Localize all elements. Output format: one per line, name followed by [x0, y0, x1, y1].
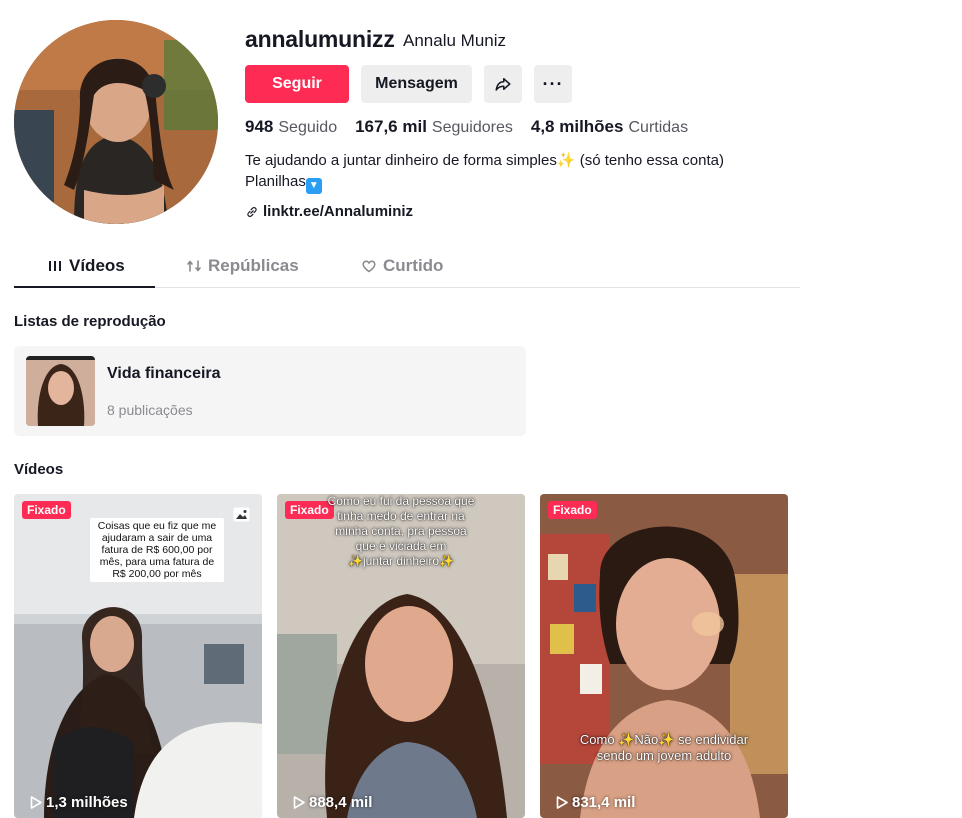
- tab-liked[interactable]: Curtido: [361, 256, 443, 276]
- play-icon: [556, 796, 568, 809]
- share-icon: [495, 78, 511, 91]
- playlist-card[interactable]: Vida financeira 8 publicações: [14, 346, 526, 436]
- stat-following-label: Seguido: [278, 119, 338, 136]
- video-views: 831,4 mil: [556, 794, 635, 811]
- play-icon: [293, 796, 305, 809]
- profile-link[interactable]: linktr.ee/Annaluminiz: [245, 203, 413, 220]
- video-views-count: 1,3 milhões: [46, 794, 128, 811]
- video-views-count: 831,4 mil: [572, 794, 636, 811]
- video-thumbnail: [540, 494, 788, 818]
- profile-avatar[interactable]: [14, 20, 218, 224]
- stat-following-value: 948: [245, 117, 274, 136]
- caption-line: Como eu fui da pessoa que: [327, 494, 475, 508]
- profile-link-text: linktr.ee/Annaluminiz: [263, 203, 414, 220]
- stat-followers-label: Seguidores: [431, 119, 513, 136]
- link-icon: [247, 206, 257, 217]
- bio-line-2: Planilhas: [245, 173, 306, 190]
- caption-line: que é viciada em: [355, 539, 447, 553]
- video-card[interactable]: Fixado Como ✨Não✨ se endividar sendo um …: [540, 494, 788, 818]
- video-caption: Coisas que eu fiz que me ajudaram a sair…: [90, 518, 224, 582]
- tab-liked-label: Curtido: [383, 256, 444, 275]
- video-views-count: 888,4 mil: [309, 794, 373, 811]
- playlist-title: Vida financeira: [107, 365, 221, 382]
- repost-icon: [187, 260, 201, 272]
- profile-bio: Te ajudando a juntar dinheiro de forma s…: [245, 150, 724, 194]
- playlist-count: 8 publicações: [107, 402, 193, 418]
- stat-likes: 4,8 milhões Curtidas: [531, 117, 688, 137]
- caption-line: sendo um jovem adulto: [596, 748, 732, 763]
- video-caption: Como ✨Não✨ se endividar sendo um jovem a…: [540, 732, 788, 764]
- caption-line: minha conta, pra pessoa: [335, 524, 467, 538]
- message-button[interactable]: Mensagem: [361, 65, 472, 103]
- stat-likes-label: Curtidas: [628, 119, 689, 136]
- liked-heart-icon: [362, 260, 376, 273]
- playlist-thumbnail: [26, 356, 95, 426]
- tab-videos-label: Vídeos: [69, 256, 125, 275]
- pinned-badge: Fixado: [22, 501, 71, 519]
- caption-line: tinha medo de entrar na: [337, 509, 465, 523]
- video-caption: Como eu fui da pessoa que tinha medo de …: [277, 494, 525, 569]
- down-arrow-icon: ▼: [305, 178, 322, 194]
- follow-button[interactable]: Seguir: [245, 65, 349, 103]
- playlists-heading: Listas de reprodução: [14, 313, 166, 330]
- profile-tabs: Vídeos Repúblicas Curtido: [14, 246, 800, 288]
- active-tab-indicator: [14, 286, 155, 288]
- videos-grid-icon: [49, 261, 61, 271]
- caption-line: ✨juntar dinheiro✨: [348, 554, 454, 568]
- more-options-button[interactable]: ···: [534, 65, 572, 103]
- stat-followers[interactable]: 167,6 mil Seguidores: [355, 117, 513, 137]
- video-views: 888,4 mil: [293, 794, 372, 811]
- video-card[interactable]: Fixado Coisas que eu fiz que me ajudaram…: [14, 494, 262, 818]
- avatar-image: [14, 20, 218, 224]
- stat-following[interactable]: 948 Seguido: [245, 117, 337, 137]
- bio-line-1: Te ajudando a juntar dinheiro de forma s…: [245, 152, 557, 169]
- caption-line: Como ✨Não✨ se endividar: [579, 732, 749, 747]
- profile-stats: 948 Seguido 167,6 mil Seguidores 4,8 milhõ…: [245, 117, 688, 137]
- stat-followers-value: 167,6 mil: [355, 117, 427, 136]
- share-button[interactable]: [484, 65, 522, 103]
- bio-line-1-end: (só tenho essa conta): [575, 152, 724, 169]
- stat-likes-value: 4,8 milhões: [530, 117, 624, 136]
- video-card[interactable]: Fixado Como eu fui da pessoa que tinha m…: [277, 494, 525, 818]
- pinned-badge: Fixado: [548, 501, 597, 519]
- profile-nickname: Annalu Muniz: [403, 31, 507, 50]
- play-icon: [30, 796, 42, 809]
- videos-heading: Vídeos: [14, 461, 64, 478]
- video-views: 1,3 milhões: [30, 794, 128, 811]
- profile-username: annalumunizz: [245, 26, 395, 52]
- tab-reposts-label: Repúblicas: [208, 256, 299, 275]
- tab-videos[interactable]: Vídeos: [47, 256, 125, 276]
- photo-carousel-icon: [233, 507, 250, 522]
- tab-reposts[interactable]: Repúblicas: [186, 256, 299, 276]
- sparkles-icon: ✨: [556, 152, 576, 169]
